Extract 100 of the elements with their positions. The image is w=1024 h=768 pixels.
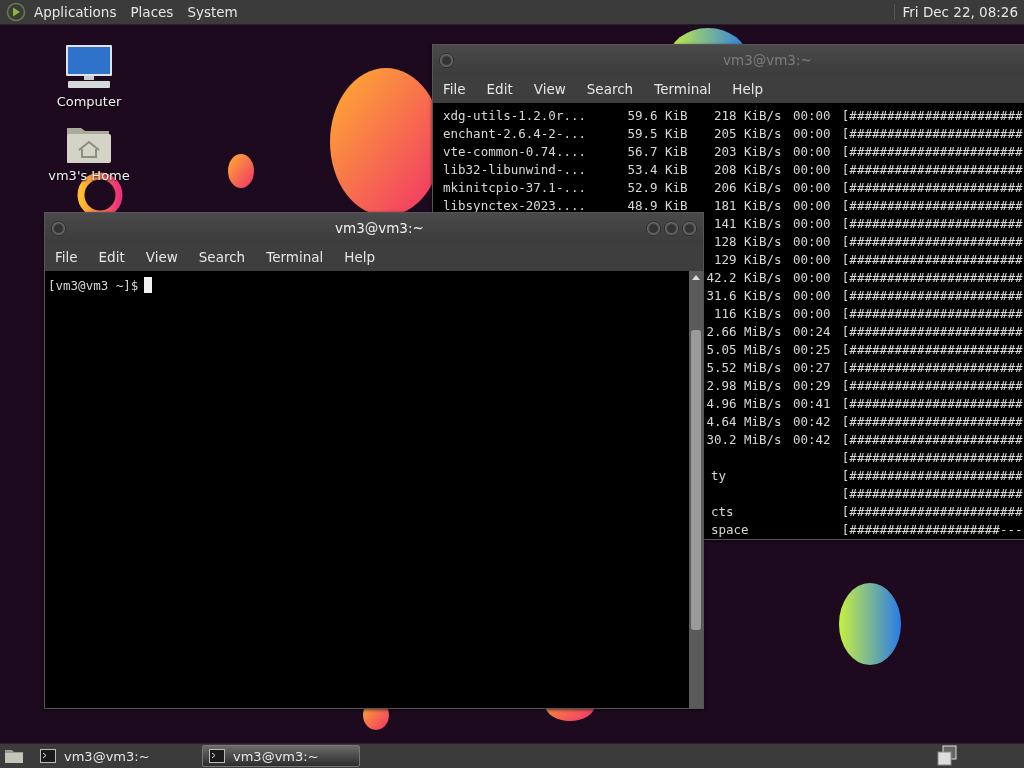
package-name: libsynctex-2023....	[443, 198, 586, 213]
package-size: 56.7 KiB	[627, 144, 688, 159]
download-time: 00:00	[792, 216, 831, 231]
download-time: 00:42	[792, 432, 831, 447]
download-speed: 4.64 MiB/s	[706, 414, 782, 429]
shell-prompt: [vm3@vm3 ~]$	[48, 277, 139, 293]
panel-menu[interactable]: Applications	[34, 4, 117, 20]
progress-bar-text: [#######################	[841, 143, 1023, 161]
download-time: 00:00	[792, 180, 831, 195]
progress-bar-text: [#######################	[841, 341, 1023, 359]
package-name: lib32-libunwind-...	[443, 162, 586, 177]
menu-item[interactable]: Search	[198, 249, 246, 265]
package-size: 48.9 KiB	[627, 198, 688, 213]
download-speed: 128 KiB/s	[713, 234, 782, 249]
download-time: 00:00	[792, 126, 831, 141]
download-speed: 2.98 MiB/s	[706, 378, 782, 393]
progress-bar-text: [#######################	[841, 197, 1023, 215]
download-speed: 2.66 MiB/s	[706, 324, 782, 339]
menu-item[interactable]: View	[533, 81, 566, 97]
desktop-icon-label[interactable]: Computer	[56, 94, 122, 109]
menu-item[interactable]: Terminal	[654, 81, 712, 97]
progress-bar-text: [#######################	[841, 377, 1023, 395]
download-time: 00:29	[792, 378, 831, 393]
download-speed: 5.05 MiB/s	[706, 342, 782, 357]
progress-bar-text: [#######################	[841, 467, 1023, 485]
download-time: 00:00	[792, 270, 831, 285]
menu-item[interactable]: Terminal	[266, 249, 324, 265]
computer-icon[interactable]	[64, 44, 114, 90]
output-text: space	[710, 521, 749, 539]
scrollbar-thumb[interactable]	[691, 330, 701, 630]
window-menu-button[interactable]	[439, 52, 454, 68]
download-speed: 31.6 KiB/s	[706, 288, 782, 303]
progress-bar-text: [####################---	[841, 521, 1023, 539]
workspace-switcher-icon[interactable]	[936, 745, 958, 767]
package-size: 53.4 KiB	[627, 162, 688, 177]
maximize-button[interactable]	[664, 220, 679, 236]
download-time: 00:00	[792, 198, 831, 213]
terminal-icon	[40, 749, 56, 763]
download-speed: 116 KiB/s	[713, 306, 782, 321]
show-desktop-icon[interactable]	[4, 748, 24, 764]
download-time: 00:00	[792, 162, 831, 177]
progress-bar-text: [#######################	[841, 305, 1023, 323]
download-time: 00:41	[792, 396, 831, 411]
scrollbar[interactable]	[689, 271, 703, 708]
menu-item[interactable]: File	[443, 81, 466, 97]
clock[interactable]: Fri Dec 22, 08:26	[893, 4, 1018, 20]
package-name: xdg-utils-1.2.0r...	[443, 108, 586, 123]
progress-bar-text: [#######################	[841, 179, 1023, 197]
download-speed: 30.2 MiB/s	[706, 432, 782, 447]
download-time: 00:25	[792, 342, 831, 357]
menu-item[interactable]: Edit	[486, 81, 513, 97]
output-text: cts	[710, 503, 734, 521]
download-speed: 181 KiB/s	[713, 198, 782, 213]
download-time: 00:42	[792, 414, 831, 429]
download-speed: 205 KiB/s	[713, 126, 782, 141]
download-time: 00:27	[792, 360, 831, 375]
taskbar-button[interactable]: vm3@vm3:~	[202, 745, 360, 767]
window-menu-button[interactable]	[51, 220, 66, 236]
menu-item[interactable]: View	[145, 249, 178, 265]
progress-bar-text: [#######################	[841, 107, 1023, 125]
taskbar-button[interactable]: vm3@vm3:~	[34, 745, 192, 767]
progress-bar-text: [#######################	[841, 503, 1023, 521]
download-time: 00:24	[792, 324, 831, 339]
menu-item[interactable]: Search	[586, 81, 634, 97]
progress-bar-text: [#######################	[841, 125, 1023, 143]
menu-item[interactable]: Edit	[98, 249, 125, 265]
progress-bar-text: [#######################	[841, 413, 1023, 431]
terminal-icon	[209, 749, 225, 763]
progress-bar-text: [#######################	[841, 359, 1023, 377]
menu-item[interactable]: Help	[344, 249, 376, 265]
progress-bar-text: [#######################	[841, 287, 1023, 305]
download-speed: 206 KiB/s	[713, 180, 782, 195]
download-time: 00:00	[792, 288, 831, 303]
package-name: enchant-2.6.4-2-...	[443, 126, 586, 141]
output-text: ty	[710, 467, 726, 485]
package-name: vte-common-0.74....	[443, 144, 586, 159]
progress-bar-text: [#######################	[841, 395, 1023, 413]
download-speed: 42.2 KiB/s	[706, 270, 782, 285]
play-logo-icon[interactable]	[6, 2, 26, 22]
download-time: 00:00	[792, 108, 831, 123]
scroll-up-arrow-icon[interactable]	[692, 275, 700, 280]
close-button[interactable]	[682, 220, 697, 236]
progress-bar-text: [#######################	[841, 269, 1023, 287]
window-title: vm3@vm3:~	[723, 52, 812, 68]
progress-bar-text: [#######################	[841, 449, 1023, 467]
download-speed: 218 KiB/s	[713, 108, 782, 123]
download-time: 00:00	[792, 234, 831, 249]
progress-bar-text: [#######################	[841, 323, 1023, 341]
download-time: 00:00	[792, 252, 831, 267]
panel-menu[interactable]: Places	[130, 4, 174, 20]
download-time: 00:00	[792, 144, 831, 159]
download-speed: 141 KiB/s	[713, 216, 782, 231]
text-cursor	[144, 277, 153, 293]
panel-menu[interactable]: System	[187, 4, 238, 20]
package-name: mkinitcpio-37.1-...	[443, 180, 586, 195]
download-speed: 203 KiB/s	[713, 144, 782, 159]
download-speed: 5.52 MiB/s	[706, 360, 782, 375]
menu-item[interactable]: Help	[732, 81, 764, 97]
minimize-button[interactable]	[646, 220, 661, 236]
menu-item[interactable]: File	[55, 249, 78, 265]
